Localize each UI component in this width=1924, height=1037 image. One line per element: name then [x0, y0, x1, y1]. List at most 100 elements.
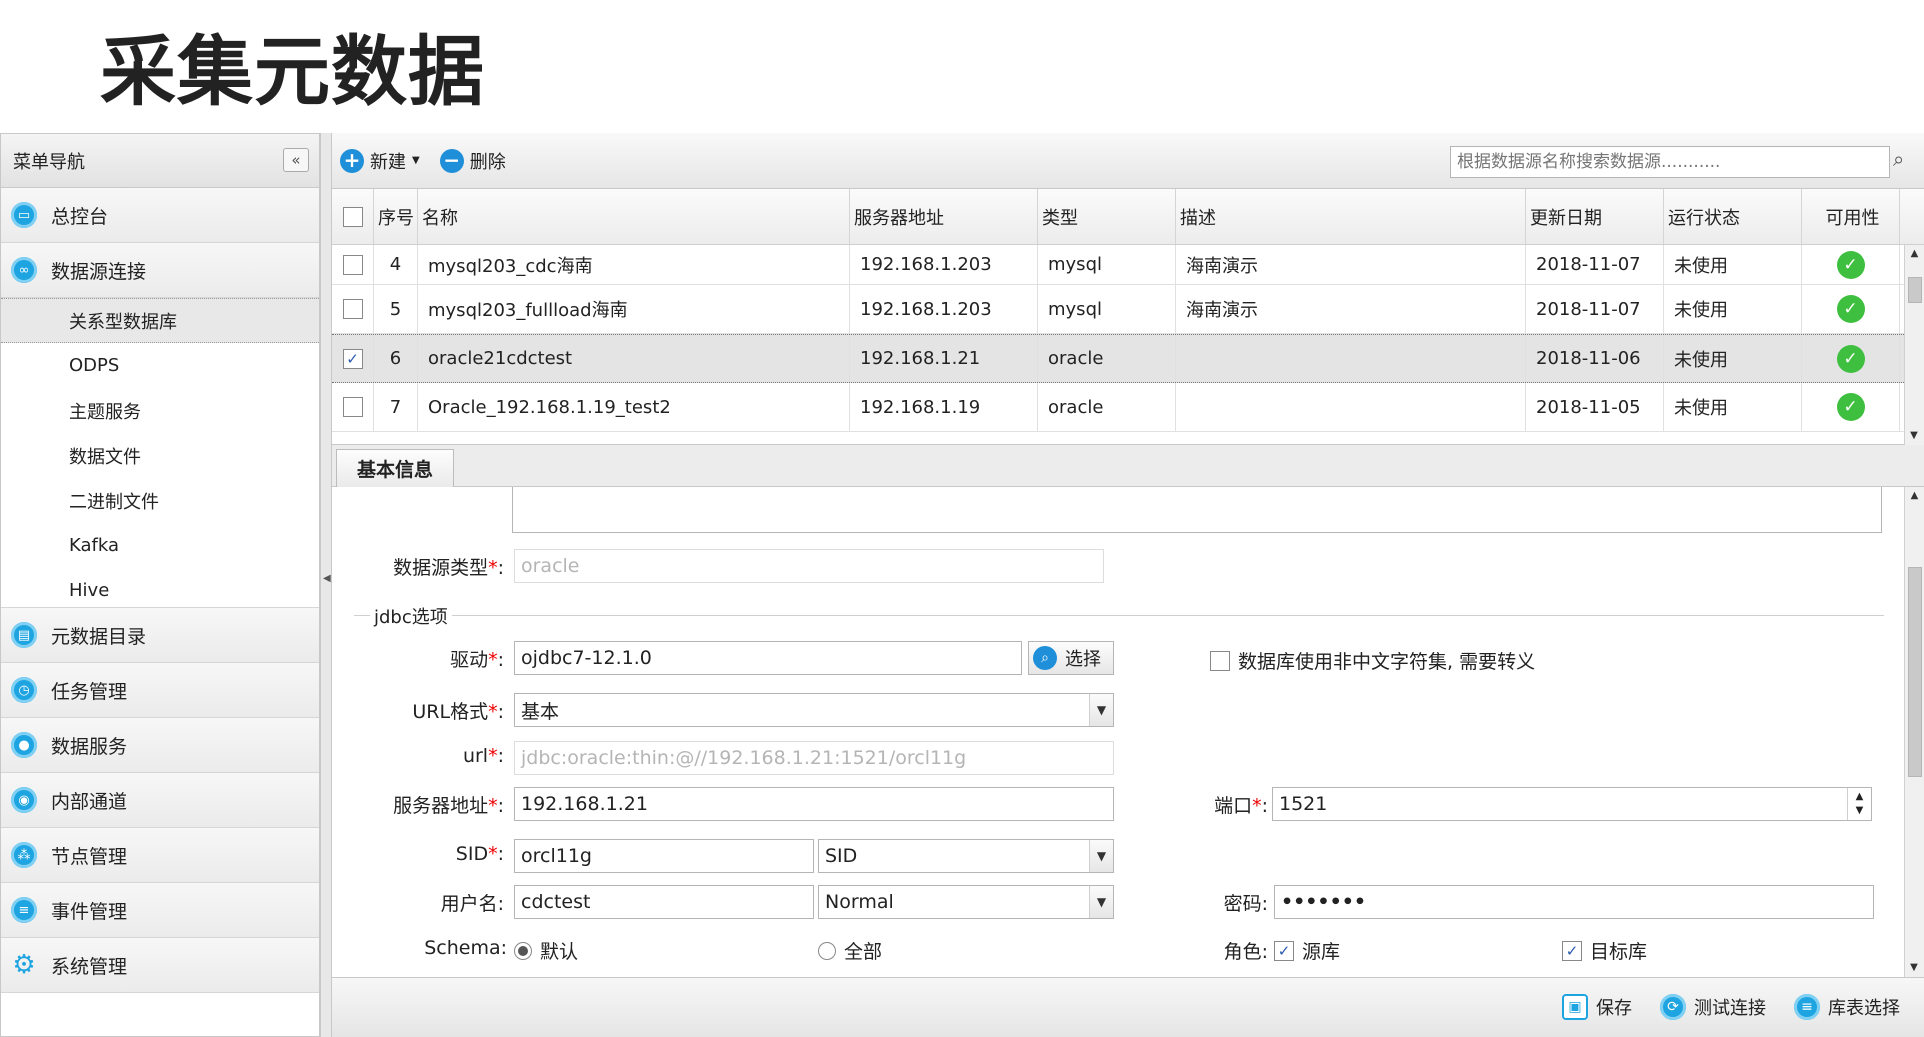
driver-field[interactable]: ojdbc7-12.1.0 [514, 641, 1022, 675]
row-desc: 海南演示 [1176, 285, 1526, 333]
scroll-thumb[interactable] [1908, 277, 1922, 303]
row-checkbox[interactable] [342, 397, 363, 417]
nav-item-task-management[interactable]: ◷ 任务管理 [1, 663, 319, 718]
row-date: 2018-11-07 [1526, 285, 1664, 333]
new-button[interactable]: + 新建 ▼ [340, 148, 420, 174]
column-header[interactable]: 服务器地址 [850, 189, 1038, 244]
target-db-label: 目标库 [1590, 941, 1648, 963]
scroll-down-icon[interactable]: ▼ [1905, 959, 1923, 977]
table-scrollbar[interactable]: ▲ ▼ [1904, 245, 1924, 445]
form-footer: ▣ 保存 ⟳ 测试连接 ≡ 库表选择 [332, 977, 1924, 1037]
splitter-arrow-icon[interactable]: ◀ [323, 573, 331, 584]
nav-item-datasource[interactable]: ∞ 数据源连接 [1, 243, 319, 298]
row-server: 192.168.1.203 [850, 285, 1038, 333]
chevron-down-icon[interactable]: ▼ [1089, 840, 1113, 872]
column-header[interactable]: 名称 [418, 189, 850, 244]
chevron-down-icon[interactable]: ▼ [1089, 886, 1113, 918]
row-desc [1176, 383, 1526, 431]
collapse-sidebar-icon[interactable]: « [283, 148, 309, 172]
url-format-select[interactable]: 基本 ▼ [514, 693, 1114, 727]
spinner-arrows-icon[interactable]: ▲ ▼ [1847, 788, 1871, 820]
radio-unselected-icon[interactable] [818, 941, 836, 960]
choose-driver-button[interactable]: ⌕ 选择 [1028, 641, 1114, 675]
search-input[interactable] [1451, 148, 1851, 176]
sub-item-topic-service[interactable]: 主题服务 [1, 388, 319, 433]
source-db-option[interactable]: ✓ 源库 [1274, 937, 1340, 964]
row-status: 未使用 [1664, 285, 1802, 333]
column-header[interactable]: 类型 [1038, 189, 1176, 244]
password-field[interactable]: ••••••• [1274, 885, 1874, 919]
role-label: 角色: [1223, 941, 1268, 963]
sub-item-odps[interactable]: ODPS [1, 343, 319, 388]
sub-item-hive[interactable]: Hive [1, 568, 319, 613]
escape-charset-option[interactable]: 数据库使用非中文字符集, 需要转义 [1210, 647, 1535, 674]
column-header[interactable]: 描述 [1176, 189, 1526, 244]
row-checkbox-checked[interactable]: ✓ [342, 348, 363, 369]
sid-type-select[interactable]: SID ▼ [818, 839, 1114, 873]
url-format-value: 基本 [521, 700, 560, 723]
sub-item-data-file[interactable]: 数据文件 [1, 433, 319, 478]
target-db-checkbox[interactable]: ✓ [1562, 940, 1582, 961]
minus-icon: − [439, 148, 464, 173]
table-select-label: 库表选择 [1828, 998, 1900, 1019]
escape-charset-checkbox[interactable] [1210, 650, 1230, 671]
test-connection-button[interactable]: ⟳ 测试连接 [1660, 994, 1766, 1020]
page-title: 采集元数据 [100, 27, 485, 116]
sid-field[interactable]: orcl11g [514, 839, 814, 873]
select-all-checkbox[interactable] [342, 206, 363, 227]
header-select-all[interactable] [332, 189, 374, 244]
scroll-thumb[interactable] [1908, 567, 1922, 777]
sidebar: 菜单导航 « ▭ 总控台 ∞ 数据源连接 关系型数据库 ODPS 主题服务 数据… [0, 133, 320, 1037]
column-header[interactable]: 序号 [374, 189, 418, 244]
search-box [1450, 146, 1890, 178]
ds-type-label: 数据源类型*: [393, 557, 504, 579]
scroll-down-icon[interactable]: ▼ [1905, 427, 1923, 445]
save-button[interactable]: ▣ 保存 [1562, 994, 1632, 1020]
radio-selected-icon[interactable] [514, 941, 532, 960]
sub-item-kafka[interactable]: Kafka [1, 523, 319, 568]
target-db-option[interactable]: ✓ 目标库 [1562, 937, 1647, 964]
sidebar-splitter[interactable]: ◀ [320, 133, 332, 1037]
table-row[interactable]: 4 mysql203_cdc海南 192.168.1.203 mysql 海南演… [332, 245, 1924, 285]
nav-item-metadata-catalog[interactable]: ▤ 元数据目录 [1, 608, 319, 663]
port-stepper[interactable]: 1521 ▲ ▼ [1272, 787, 1872, 821]
nav-item-event-management[interactable]: ≡ 事件管理 [1, 883, 319, 938]
scroll-up-icon[interactable]: ▲ [1905, 487, 1924, 505]
scroll-up-icon[interactable]: ▲ [1905, 245, 1924, 263]
nav-item-internal-channel[interactable]: ◉ 内部通道 [1, 773, 319, 828]
nav-item-console[interactable]: ▭ 总控台 [1, 188, 319, 243]
column-header[interactable]: 更新日期 [1526, 189, 1664, 244]
row-checkbox[interactable] [342, 299, 363, 319]
chevron-down-icon[interactable]: ▼ [1089, 694, 1113, 726]
row-desc [1176, 335, 1526, 382]
column-header[interactable]: 运行状态 [1664, 189, 1802, 244]
table-row-selected[interactable]: ✓ 6 oracle21cdctest 192.168.1.21 oracle … [332, 334, 1924, 383]
description-textarea[interactable] [512, 487, 1882, 533]
sidebar-title: 菜单导航 [13, 151, 85, 173]
sub-item-binary-file[interactable]: 二进制文件 [1, 478, 319, 523]
source-db-checkbox[interactable]: ✓ [1274, 940, 1294, 961]
username-field[interactable]: cdctest [514, 885, 814, 919]
server-field[interactable]: 192.168.1.21 [514, 787, 1114, 821]
form-scrollbar[interactable]: ▲ ▼ [1904, 487, 1924, 977]
delete-button[interactable]: − 删除 [439, 148, 506, 174]
table-row[interactable]: 7 Oracle_192.168.1.19_test2 192.168.1.19… [332, 383, 1924, 432]
table-select-button[interactable]: ≡ 库表选择 [1794, 994, 1900, 1020]
detail-tabs: 基本信息 [332, 445, 1924, 487]
row-server: 192.168.1.203 [850, 245, 1038, 284]
table-row[interactable]: 5 mysql203_fullload海南 192.168.1.203 mysq… [332, 285, 1924, 334]
schema-default-radio[interactable]: 默认 [514, 937, 578, 964]
tab-basic-info[interactable]: 基本信息 [336, 449, 454, 487]
row-checkbox[interactable] [342, 254, 363, 275]
table-header: 序号 名称 服务器地址 类型 描述 更新日期 运行状态 可用性 [332, 189, 1924, 245]
username-label: 用户名: [440, 893, 504, 915]
datasource-table: 序号 名称 服务器地址 类型 描述 更新日期 运行状态 可用性 4 mysql2… [332, 189, 1924, 445]
sub-item-relational-db[interactable]: 关系型数据库 [1, 298, 319, 343]
nav-item-system-management[interactable]: ⚙ 系统管理 [1, 938, 319, 993]
login-role-select[interactable]: Normal ▼ [818, 885, 1114, 919]
nav-item-node-management[interactable]: ⁂ 节点管理 [1, 828, 319, 883]
search-icon[interactable]: ⌕ [1893, 147, 1920, 171]
nav-item-data-service[interactable]: ● 数据服务 [1, 718, 319, 773]
schema-all-radio[interactable]: 全部 [818, 937, 882, 964]
column-header[interactable]: 可用性 [1802, 189, 1900, 244]
